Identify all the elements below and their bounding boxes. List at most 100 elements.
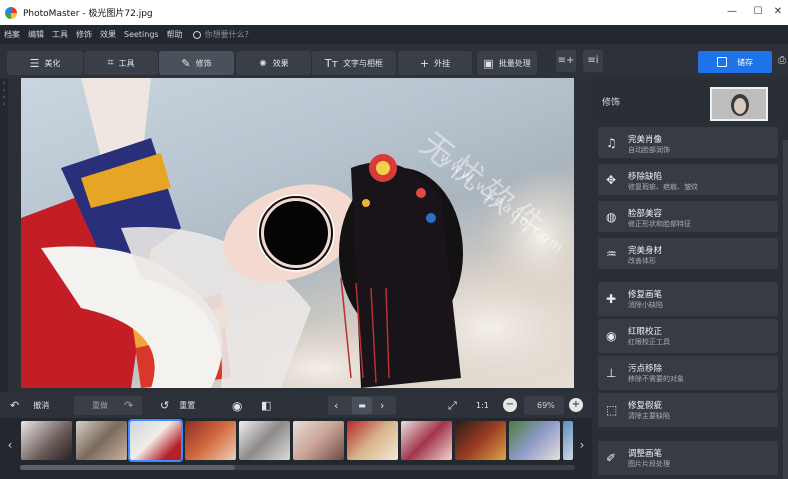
preview-image <box>712 89 766 119</box>
chevron-left-icon: ‹ <box>334 399 339 412</box>
face-icon: ♫ <box>606 135 617 150</box>
prev-image-button[interactable]: ‹ <box>334 397 338 414</box>
tab-batch[interactable]: ▣ 批量处理 <box>477 51 537 75</box>
reset-icon: ↺ <box>160 399 170 412</box>
filmstrip-thumb[interactable] <box>293 421 344 460</box>
maximize-button[interactable]: ☐ <box>748 4 768 20</box>
filmstrip-thumb[interactable] <box>76 421 127 460</box>
preview-eye-button[interactable]: ◉ <box>232 397 242 414</box>
plus-icon: + <box>419 56 430 70</box>
menu-settings[interactable]: Seetings <box>120 30 163 39</box>
printer-icon: ⎙ <box>778 55 786 66</box>
brush-icon: ✎ <box>181 56 191 70</box>
menu-retouch[interactable]: 修饰 <box>72 29 96 40</box>
spray-icon: ✥ <box>606 172 617 187</box>
save-button[interactable]: 储存 <box>698 51 772 73</box>
undo-button[interactable]: ↶ 撤消 <box>10 397 49 414</box>
fit-screen-button[interactable]: ⤢ <box>448 397 457 414</box>
filmstrip-thumb[interactable] <box>239 421 290 460</box>
card-stain-remove[interactable]: ⊥ 污点移除 移除不需要的对象 <box>598 356 778 390</box>
search-placeholder[interactable]: 你想要什么? <box>205 29 249 40</box>
tab-tools[interactable]: ⌗ 工具 <box>84 51 158 75</box>
panel-scrollbar[interactable] <box>783 140 788 479</box>
compare-icon: ◧ <box>261 399 272 412</box>
reset-button[interactable]: ↺ 重置 <box>160 397 195 414</box>
tab-plugins[interactable]: + 外挂 <box>398 51 472 75</box>
plus-icon: + <box>571 399 581 410</box>
print-button[interactable]: ⎙ <box>776 50 788 72</box>
text-icon: Tт <box>324 56 339 70</box>
filmstrip-thumb[interactable] <box>455 421 506 460</box>
app-logo-icon <box>5 6 17 19</box>
menu-search[interactable]: 你想要什么? <box>192 29 249 40</box>
actual-size-button[interactable]: 1:1 <box>476 397 489 414</box>
filmstrip-thumb-selected[interactable] <box>128 419 183 462</box>
undo-icon: ↶ <box>10 399 20 412</box>
minimize-button[interactable]: — <box>722 4 742 20</box>
adjust-brush-icon: ✐ <box>606 451 617 465</box>
filmstrip-prev-button[interactable]: ‹ <box>4 423 16 467</box>
compare-button[interactable]: ◧ <box>261 397 271 414</box>
zoom-out-button[interactable]: − <box>503 398 517 412</box>
folder-icon: ▬ <box>358 401 366 410</box>
crop-icon: ⌗ <box>107 56 114 69</box>
save-label: 储存 <box>737 57 753 67</box>
folder-button[interactable]: ▬ <box>352 397 372 414</box>
next-image-button[interactable]: › <box>380 397 384 414</box>
redo-icon: ↷ <box>124 399 134 412</box>
filmstrip-thumb[interactable] <box>401 421 452 460</box>
photo-illustration <box>21 78 574 388</box>
eye-icon: ◉ <box>232 398 243 413</box>
filmstrip-thumb[interactable] <box>509 421 560 460</box>
card-fix-flaws[interactable]: ⬚ 修复假疵 清除主要缺陷 <box>598 393 778 427</box>
chevron-right-icon: › <box>2 87 6 94</box>
batch-images-icon: ▣ <box>483 56 494 70</box>
card-healing-brush[interactable]: ✚ 修复画笔 消除小缺陷 <box>598 282 778 316</box>
redo-label-wrap: 重做 ↷ <box>92 399 134 412</box>
left-collapse-strip[interactable]: › › › › <box>0 78 8 398</box>
filmstrip-scroll-thumb[interactable] <box>20 465 235 470</box>
filmstrip-next-button[interactable]: › <box>576 423 588 467</box>
chevron-right-icon: › <box>380 399 385 412</box>
chevron-right-icon: › <box>2 94 6 101</box>
panel-title: 修饰 <box>602 98 621 108</box>
tab-enhance[interactable]: ☰ 美化 <box>7 51 83 75</box>
info-button[interactable]: ≡i <box>583 50 603 72</box>
menu-file[interactable]: 档案 <box>0 29 24 40</box>
bandage-icon: ✚ <box>606 292 617 306</box>
menu-bar: 档案 编辑 工具 修饰 效果 Seetings 帮助 你想要什么? <box>0 25 788 44</box>
main-photo[interactable] <box>21 78 574 388</box>
tab-text-frames[interactable]: Tт 文字与相框 <box>312 51 396 75</box>
filmstrip-thumb[interactable] <box>563 421 573 460</box>
filmstrip-thumb[interactable] <box>347 421 398 460</box>
window-title: PhotoMaster - 极光图片72.jpg <box>23 9 153 19</box>
card-perfect-body[interactable]: ♒ 完美身材 改善体形 <box>598 238 778 269</box>
chevron-right-icon: › <box>2 80 6 87</box>
info-list-icon: ≡i <box>587 55 599 66</box>
stamp-icon: ⊥ <box>606 366 617 380</box>
menu-help[interactable]: 帮助 <box>163 29 187 40</box>
card-adjust-brush[interactable]: ✐ 调整画笔 图片片段处理 <box>598 441 778 475</box>
tab-retouch[interactable]: ✎ 修饰 <box>159 51 234 75</box>
add-list-icon: ≡+ <box>557 55 575 66</box>
tab-effects[interactable]: ✷ 效果 <box>236 51 311 75</box>
card-red-eye[interactable]: ◉ 红眼校正 红眼校正工具 <box>598 319 778 353</box>
filmstrip-thumb[interactable] <box>21 421 72 460</box>
card-perfect-portrait[interactable]: ♫ 完美肖像 自动脸部润饰 <box>598 127 778 158</box>
body-icon: ♒ <box>606 246 617 261</box>
sliders-icon: ☰ <box>29 56 40 70</box>
menu-tools[interactable]: 工具 <box>48 29 72 40</box>
close-button[interactable]: ✕ <box>768 4 788 20</box>
floppy-icon <box>717 57 727 67</box>
zoom-in-button[interactable]: + <box>569 398 583 412</box>
panel-preview-thumb <box>710 87 768 121</box>
card-remove-defects[interactable]: ✥ 移除缺陷 修复瑕疵、疤痕、皱纹 <box>598 164 778 195</box>
menu-edit[interactable]: 编辑 <box>24 29 48 40</box>
card-face-sculpt[interactable]: ◍ 脸部美容 修正形状和脸部特征 <box>598 201 778 232</box>
add-layer-button[interactable]: ≡+ <box>556 50 576 72</box>
filmstrip-thumb[interactable] <box>185 421 236 460</box>
chevron-left-icon: ‹ <box>7 438 13 452</box>
menu-effects[interactable]: 效果 <box>96 29 120 40</box>
chevron-right-icon: › <box>2 101 6 108</box>
face-shape-icon: ◍ <box>606 209 617 224</box>
